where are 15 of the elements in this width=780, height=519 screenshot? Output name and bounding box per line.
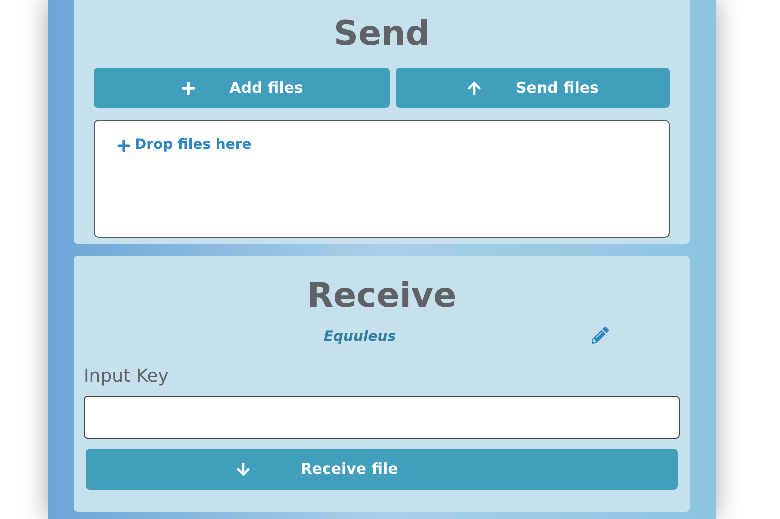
arrow-up-icon: [467, 80, 482, 96]
drop-hint: Drop files here: [135, 136, 252, 155]
send-files-button[interactable]: Send files: [396, 68, 670, 108]
receive-file-button[interactable]: Receive file: [86, 449, 678, 490]
section-title: Send: [334, 14, 430, 54]
plus-icon: [117, 138, 131, 152]
receiver-name: Equuleus: [324, 328, 396, 346]
key-input[interactable]: [84, 396, 680, 439]
pencil-icon[interactable]: [592, 327, 609, 344]
drop-zone[interactable]: Drop files here: [94, 120, 670, 238]
section-title: Receive: [307, 275, 457, 318]
add-files-button[interactable]: Add files: [94, 68, 390, 108]
field-label: Input Key: [84, 365, 169, 389]
arrow-down-icon: [236, 462, 251, 477]
plus-icon: [180, 80, 196, 96]
